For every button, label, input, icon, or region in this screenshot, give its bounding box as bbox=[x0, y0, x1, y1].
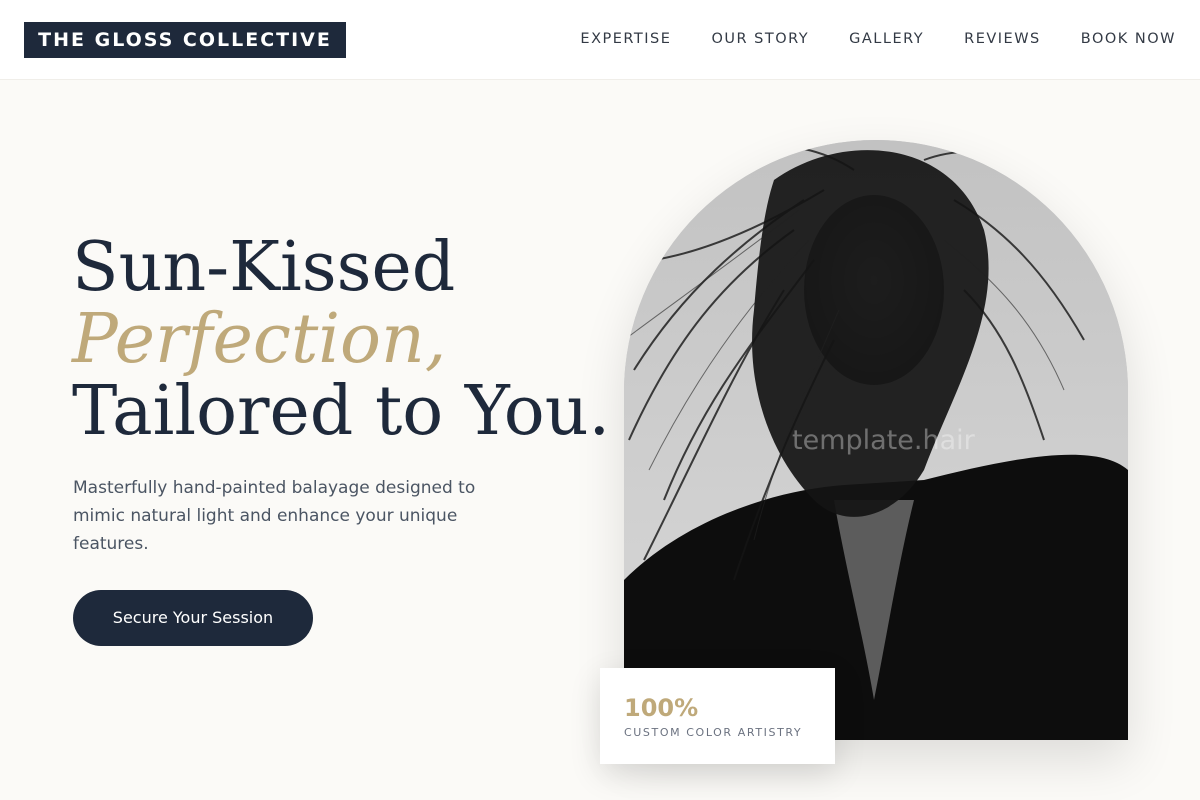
hero-title-line2: Perfection, bbox=[72, 300, 447, 379]
site-header: THE GLOSS COLLECTIVE EXPERTISE OUR STORY… bbox=[0, 0, 1200, 80]
hero-photo: template.hair bbox=[624, 140, 1128, 740]
nav-gallery[interactable]: GALLERY bbox=[849, 30, 924, 48]
hero-subtitle: Masterfully hand-painted balayage design… bbox=[73, 478, 476, 554]
hero-title: Sun-Kissed Perfection, Tailored to You. bbox=[72, 232, 610, 448]
nav-our-story[interactable]: OUR STORY bbox=[711, 30, 809, 48]
brand-logo[interactable]: THE GLOSS COLLECTIVE bbox=[24, 22, 346, 58]
hero-title-line1: Sun-Kissed bbox=[72, 228, 456, 307]
stat-card: 100% CUSTOM COLOR ARTISTRY bbox=[600, 668, 835, 764]
nav-book-now[interactable]: BOOK NOW bbox=[1081, 30, 1176, 48]
main-nav: EXPERTISE OUR STORY GALLERY REVIEWS BOOK… bbox=[580, 30, 1176, 48]
hero-title-line3: Tailored to You. bbox=[72, 372, 611, 451]
photo-watermark: template.hair bbox=[792, 425, 975, 456]
secure-session-button[interactable]: Secure Your Session bbox=[73, 590, 313, 646]
nav-expertise[interactable]: EXPERTISE bbox=[580, 30, 671, 48]
nav-reviews[interactable]: REVIEWS bbox=[964, 30, 1041, 48]
stat-value: 100% bbox=[624, 694, 699, 722]
stat-label: CUSTOM COLOR ARTISTRY bbox=[624, 726, 803, 739]
